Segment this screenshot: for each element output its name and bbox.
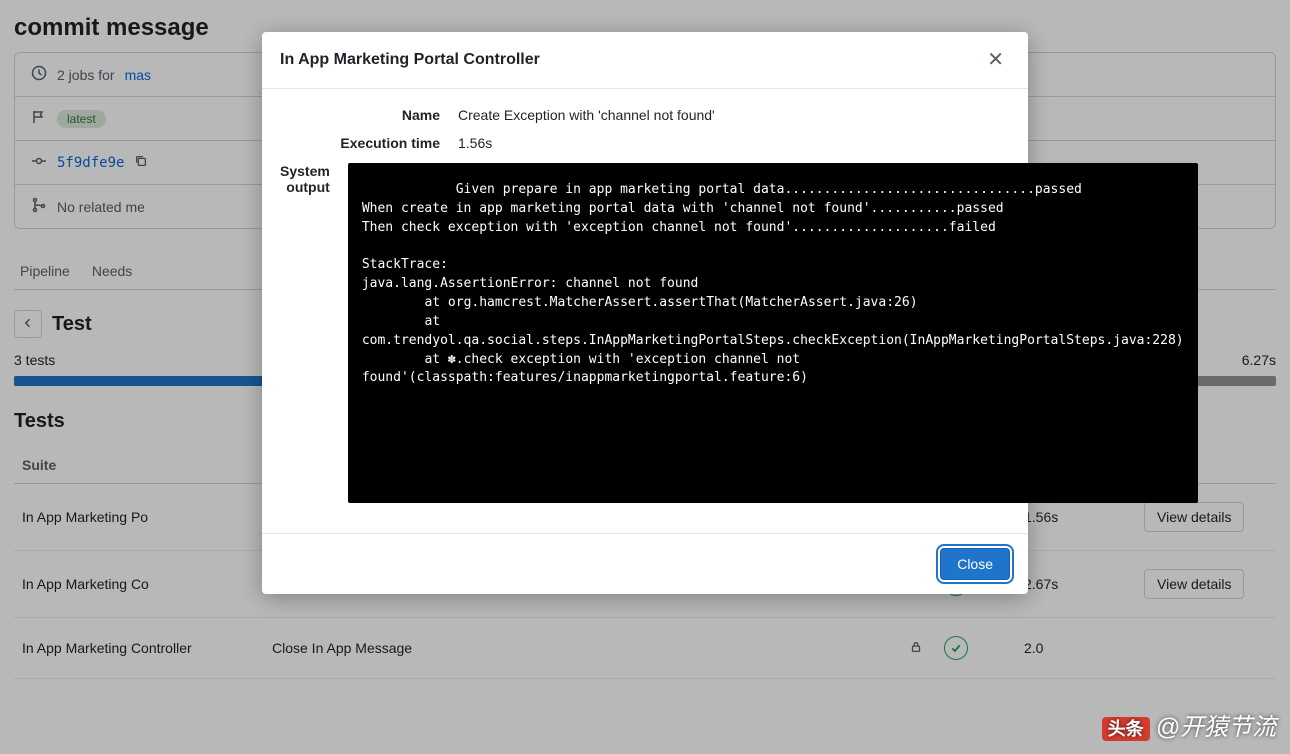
modal-overlay[interactable]: In App Marketing Portal Controller ✕ Nam… bbox=[0, 0, 1290, 754]
modal-title: In App Marketing Portal Controller bbox=[280, 51, 540, 69]
label-exec-time: Execution time bbox=[280, 135, 458, 151]
value-name: Create Exception with 'channel not found… bbox=[458, 107, 1010, 123]
modal-close-x[interactable]: ✕ bbox=[981, 48, 1010, 72]
label-sys-out: System output bbox=[280, 163, 348, 503]
system-output: Given prepare in app marketing portal da… bbox=[348, 163, 1198, 503]
modal-close-button[interactable]: Close bbox=[940, 548, 1010, 580]
close-icon: ✕ bbox=[987, 49, 1004, 71]
value-exec-time: 1.56s bbox=[458, 135, 1010, 151]
test-detail-modal: In App Marketing Portal Controller ✕ Nam… bbox=[262, 32, 1028, 594]
label-name: Name bbox=[280, 107, 458, 123]
